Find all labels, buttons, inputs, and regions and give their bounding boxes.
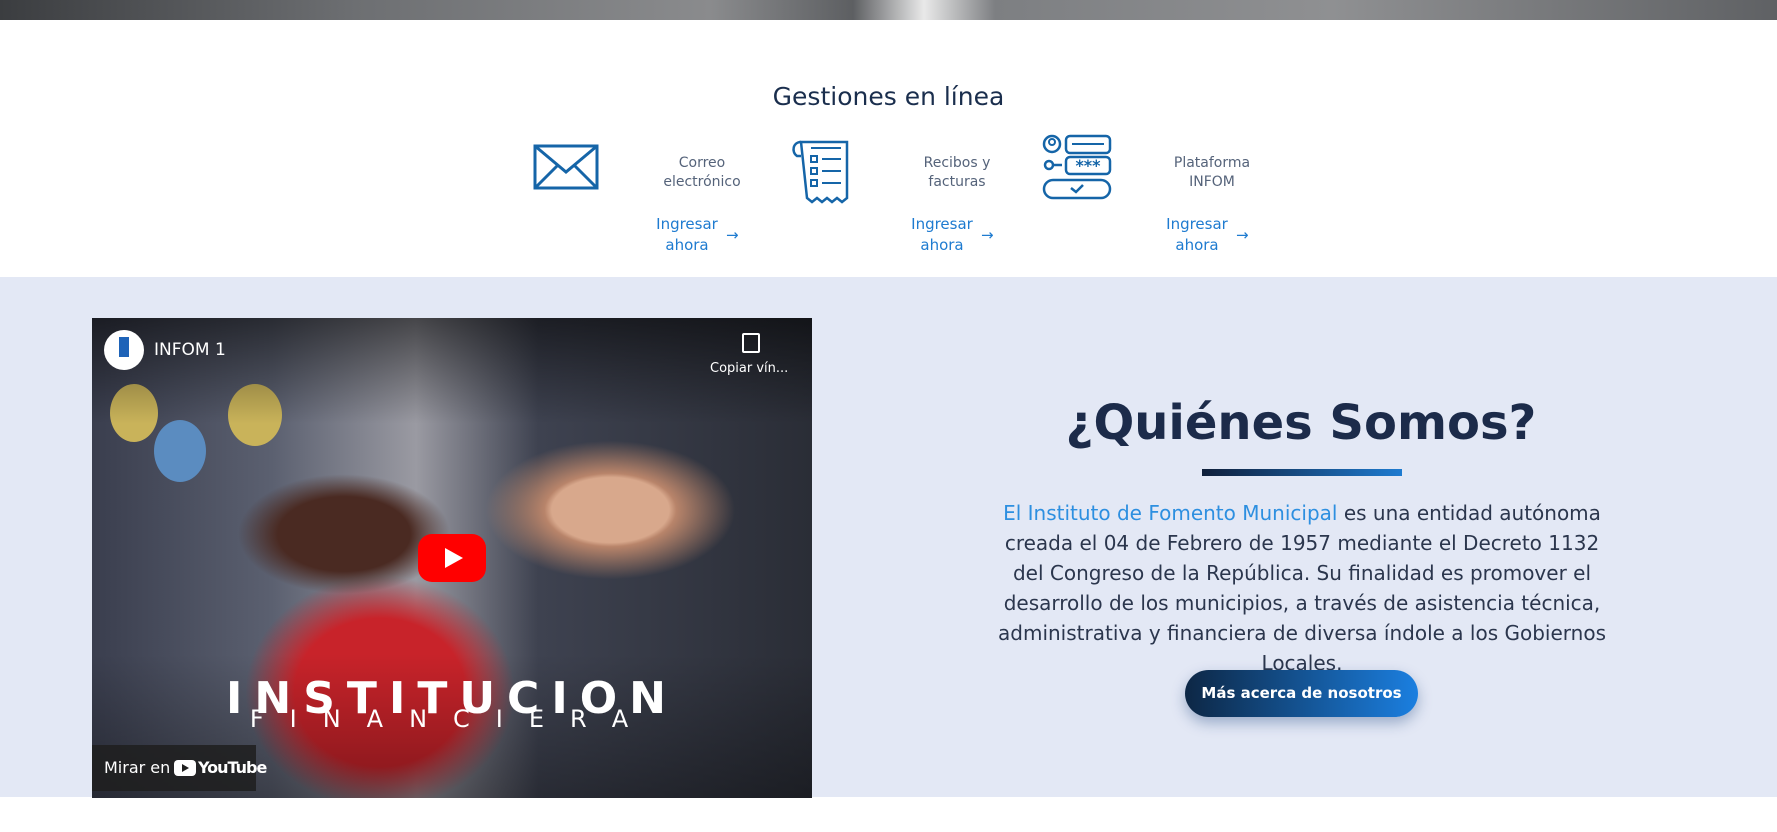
gestion-card-plataforma: *** Plataforma INFOM Ingresar ahora → bbox=[1042, 134, 1297, 264]
play-button[interactable] bbox=[418, 534, 486, 582]
svg-text:***: *** bbox=[1075, 156, 1101, 175]
quienes-somos-section: INFOM 1 Copiar vín... INSTITUCION FINANC… bbox=[0, 277, 1777, 798]
youtube-logo-text: YouTube bbox=[198, 758, 267, 777]
arrow-right-icon: → bbox=[726, 226, 739, 244]
gestion-label-plataforma: Plataforma INFOM bbox=[1173, 155, 1251, 190]
arrow-right-icon: → bbox=[1236, 226, 1249, 244]
ingresar-email-link[interactable]: Ingresar ahora → bbox=[652, 214, 762, 258]
login-form-icon: *** bbox=[1042, 134, 1112, 200]
about-body-text: es una entidad autónoma creada el 04 de … bbox=[998, 501, 1606, 675]
gestion-label-email: Correo electrónico bbox=[663, 155, 741, 190]
ingresar-plataforma-link[interactable]: Ingresar ahora → bbox=[1162, 214, 1272, 258]
hero-image-strip bbox=[0, 0, 1777, 20]
ingresar-plataforma-text: Ingresar ahora bbox=[1166, 215, 1228, 254]
ingresar-email-text: Ingresar ahora bbox=[656, 215, 718, 254]
ingresar-recibos-link[interactable]: Ingresar ahora → bbox=[907, 214, 1017, 258]
arrow-right-icon: → bbox=[981, 226, 994, 244]
copy-icon[interactable] bbox=[742, 333, 760, 353]
youtube-video-embed[interactable]: INFOM 1 Copiar vín... INSTITUCION FINANC… bbox=[92, 318, 812, 798]
envelope-icon bbox=[533, 144, 599, 190]
title-underline bbox=[1202, 469, 1402, 476]
video-overlay-subtitle: FINANCIERA bbox=[249, 705, 655, 733]
copy-link-label[interactable]: Copiar vín... bbox=[710, 361, 788, 376]
gestiones-title: Gestiones en línea bbox=[772, 82, 1005, 111]
youtube-play-icon bbox=[174, 760, 196, 776]
more-about-us-button[interactable]: Más acerca de nosotros bbox=[1185, 670, 1418, 717]
gestion-card-email: Correo electrónico Ingresar ahora → bbox=[532, 134, 787, 264]
gestiones-section: Gestiones en línea Correo electrónico In… bbox=[0, 20, 1777, 277]
receipt-icon bbox=[792, 140, 849, 204]
watch-on-label: Mirar en bbox=[104, 758, 171, 777]
channel-avatar[interactable] bbox=[104, 330, 144, 370]
watch-on-youtube-button[interactable]: Mirar en YouTube bbox=[92, 745, 267, 791]
video-title[interactable]: INFOM 1 bbox=[154, 340, 226, 360]
ingresar-recibos-text: Ingresar ahora bbox=[911, 215, 973, 254]
about-title: ¿Quiénes Somos? bbox=[1065, 395, 1537, 451]
gestion-label-recibos: Recibos y facturas bbox=[923, 155, 991, 190]
about-description: El Instituto de Fomento Municipal es una… bbox=[992, 498, 1612, 678]
gestion-card-recibos: Recibos y facturas Ingresar ahora → bbox=[787, 134, 1042, 264]
infom-link[interactable]: El Instituto de Fomento Municipal bbox=[1003, 501, 1337, 525]
